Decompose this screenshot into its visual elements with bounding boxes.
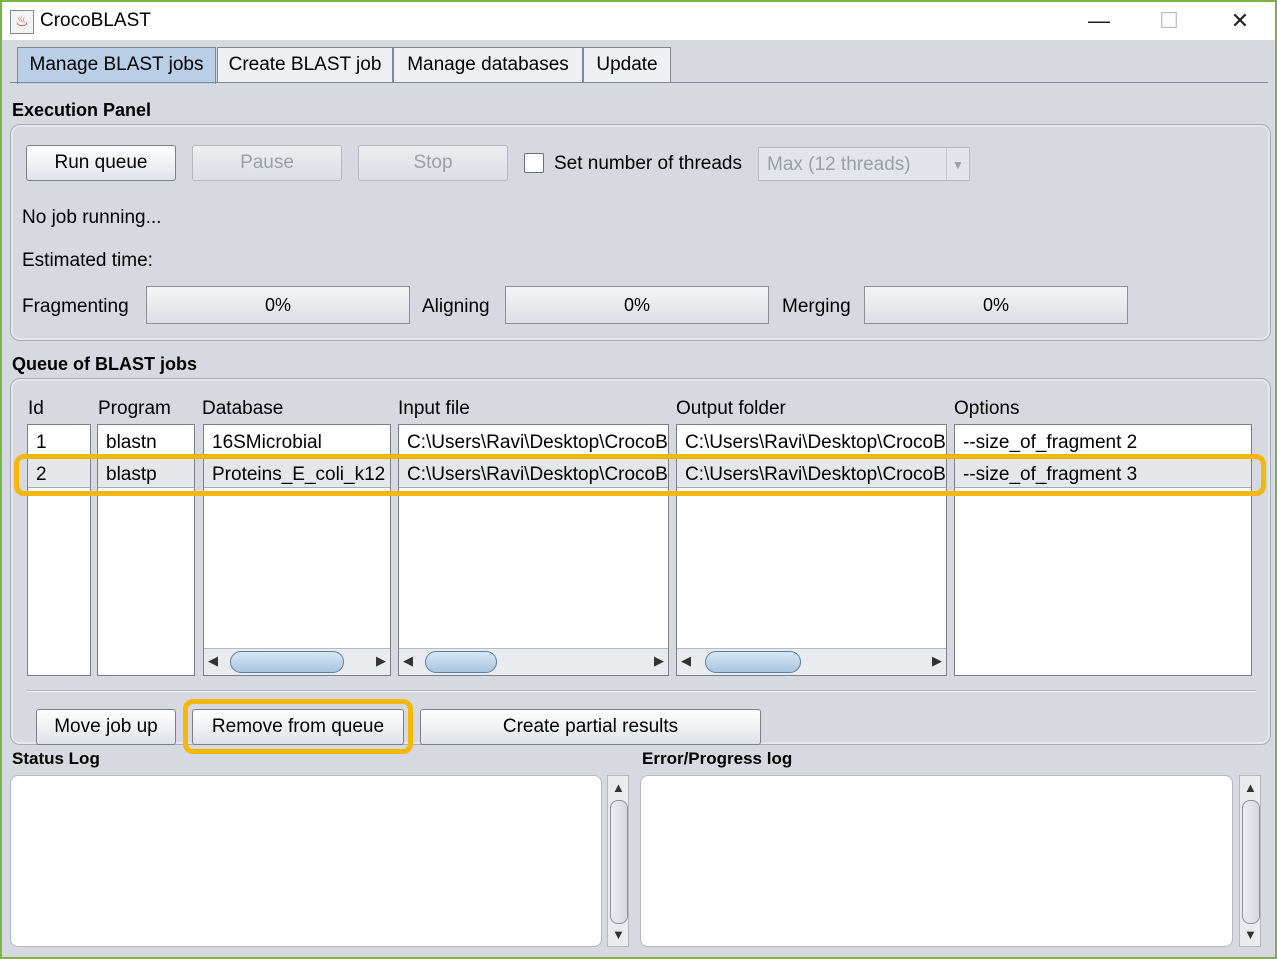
queue-separator [26, 690, 1256, 692]
error-log-vscrollbar[interactable]: ▲ ▼ [1239, 775, 1261, 947]
minimize-icon[interactable]: — [1076, 7, 1122, 35]
scroll-thumb[interactable] [1242, 800, 1260, 924]
selected-row-highlight [14, 454, 1266, 496]
header-output-folder: Output folder [676, 398, 786, 419]
stop-button[interactable]: Stop [358, 145, 508, 181]
fragmenting-label: Fragmenting [22, 296, 129, 317]
scroll-right-icon[interactable]: ▶ [376, 653, 386, 669]
scroll-right-icon[interactable]: ▶ [932, 653, 942, 669]
job-status-text: No job running... [22, 207, 162, 228]
scroll-left-icon[interactable]: ◀ [208, 653, 218, 669]
threads-select-value: Max (12 threads) [767, 154, 911, 175]
merging-label: Merging [782, 296, 851, 317]
close-icon[interactable]: ✕ [1217, 7, 1263, 35]
scroll-up-icon[interactable]: ▲ [1244, 780, 1257, 795]
status-log-area[interactable] [10, 775, 602, 947]
aligning-label: Aligning [422, 296, 490, 317]
remove-button-highlight [183, 699, 413, 754]
tab-update[interactable]: Update [583, 47, 671, 82]
tab-manage-blast-jobs[interactable]: Manage BLAST jobs [17, 47, 216, 84]
tab-divider [10, 82, 1268, 83]
header-database: Database [202, 398, 284, 419]
create-partial-results-button[interactable]: Create partial results [420, 709, 761, 745]
header-id: Id [28, 398, 44, 419]
scroll-up-icon[interactable]: ▲ [612, 780, 625, 795]
input-file-hscrollbar[interactable]: ◀ ▶ [399, 648, 668, 675]
error-log-area[interactable] [640, 775, 1233, 947]
scroll-down-icon[interactable]: ▼ [1244, 927, 1257, 942]
fragmenting-progress: 0% [146, 286, 410, 324]
list-item[interactable]: --size_of_fragment 2 [963, 432, 1137, 454]
estimated-time-label: Estimated time: [22, 250, 153, 271]
queue-title: Queue of BLAST jobs [12, 354, 198, 374]
output-folder-hscrollbar[interactable]: ◀ ▶ [677, 648, 946, 675]
java-app-icon: ♨ [10, 10, 34, 34]
merging-progress: 0% [864, 286, 1128, 324]
maximize-icon[interactable]: ☐ [1146, 7, 1192, 35]
tab-create-blast-job[interactable]: Create BLAST job [217, 47, 393, 82]
chevron-down-icon: ▼ [946, 148, 969, 180]
pause-button[interactable]: Pause [192, 145, 342, 181]
list-item[interactable]: 16SMicrobial [212, 432, 322, 454]
scroll-thumb[interactable] [230, 651, 344, 673]
scroll-left-icon[interactable]: ◀ [403, 653, 413, 669]
threads-label: Set number of threads [554, 153, 742, 174]
scroll-thumb[interactable] [705, 651, 801, 673]
run-queue-button[interactable]: Run queue [26, 145, 176, 181]
execution-panel-title: Execution Panel [12, 100, 152, 120]
window-title: CrocoBLAST [40, 10, 151, 31]
header-program: Program [98, 398, 171, 419]
error-log-title: Error/Progress log [642, 749, 793, 768]
header-input-file: Input file [398, 398, 470, 419]
header-options: Options [954, 398, 1020, 419]
scroll-left-icon[interactable]: ◀ [681, 653, 691, 669]
move-job-up-button[interactable]: Move job up [36, 709, 176, 745]
app-window: ♨ CrocoBLAST — ☐ ✕ Manage BLAST jobs Cre… [0, 0, 1277, 959]
scroll-thumb[interactable] [425, 651, 497, 673]
database-hscrollbar[interactable]: ◀ ▶ [204, 648, 390, 675]
scroll-down-icon[interactable]: ▼ [612, 927, 625, 942]
list-item[interactable]: C:\Users\Ravi\Desktop\CrocoBLAST [407, 432, 668, 454]
list-item[interactable]: 1 [36, 432, 47, 454]
list-item[interactable]: C:\Users\Ravi\Desktop\CrocoBLAST [685, 432, 946, 454]
scroll-right-icon[interactable]: ▶ [654, 653, 664, 669]
threads-select[interactable]: Max (12 threads) ▼ [758, 147, 970, 181]
threads-checkbox[interactable] [524, 153, 544, 173]
title-bar: ♨ CrocoBLAST — ☐ ✕ [2, 2, 1275, 40]
status-log-vscrollbar[interactable]: ▲ ▼ [607, 775, 629, 947]
tab-manage-databases[interactable]: Manage databases [393, 47, 583, 82]
aligning-progress: 0% [505, 286, 769, 324]
list-item[interactable]: blastn [106, 432, 157, 454]
scroll-thumb[interactable] [610, 800, 628, 924]
status-log-title: Status Log [12, 749, 100, 768]
